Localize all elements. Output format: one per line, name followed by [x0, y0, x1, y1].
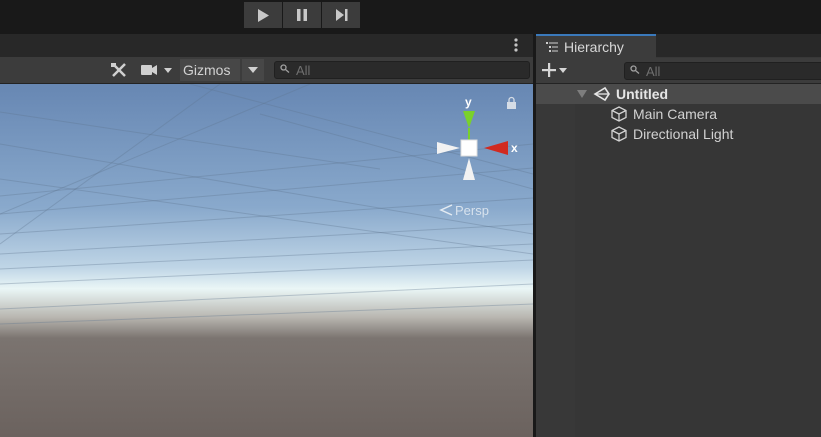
- play-icon: [258, 8, 269, 22]
- pause-button[interactable]: [283, 2, 321, 28]
- list-item-label: Main Camera: [633, 106, 718, 122]
- chevron-down-icon: [559, 67, 567, 73]
- hierarchy-toolbar: All: [536, 58, 821, 84]
- scene-tab-bar: [0, 34, 533, 57]
- search-icon: [280, 64, 290, 76]
- pause-icon: [297, 9, 307, 21]
- gizmos-dropdown[interactable]: [242, 59, 264, 81]
- gameobject-cube-icon: [611, 126, 627, 142]
- scene-panel: Gizmos All y x Persp: [0, 34, 533, 437]
- scene-render[interactable]: y x Persp: [0, 84, 533, 437]
- main-toolbar: [0, 0, 821, 33]
- chevron-down-icon: [248, 67, 258, 73]
- search-icon: [630, 65, 640, 77]
- list-icon: [546, 41, 558, 52]
- play-button[interactable]: [244, 2, 282, 28]
- gameobject-cube-icon: [611, 106, 627, 122]
- hierarchy-search-input[interactable]: All: [624, 62, 821, 80]
- playmode-controls: [244, 2, 360, 28]
- camera-icon: [141, 65, 172, 75]
- hierarchy-tree: Untitled Main Camera Directional Light: [536, 84, 821, 437]
- gizmo-center-cube[interactable]: [460, 139, 478, 157]
- step-icon: [335, 9, 347, 21]
- expand-arrow-icon[interactable]: [577, 90, 587, 98]
- gizmos-label: Gizmos: [183, 62, 231, 78]
- scene-search-input[interactable]: All: [274, 61, 530, 79]
- tree-gutter: [536, 84, 575, 437]
- scene-viewport[interactable]: y x Persp: [0, 84, 533, 437]
- hierarchy-tab-label: Hierarchy: [564, 39, 624, 55]
- scene-search-placeholder: All: [296, 62, 311, 78]
- plus-icon: [542, 63, 556, 77]
- list-item-label: Directional Light: [633, 126, 734, 142]
- hierarchy-panel: Hierarchy All Untitled Main Camera Direc…: [536, 34, 821, 437]
- unity-logo-icon: [593, 86, 610, 102]
- list-item[interactable]: Main Camera: [611, 104, 717, 124]
- sky-background: [0, 84, 533, 437]
- camera-dropdown[interactable]: [136, 59, 178, 81]
- step-button[interactable]: [322, 2, 360, 28]
- scene-row-untitled[interactable]: Untitled: [536, 84, 821, 104]
- scene-toolbar: Gizmos All: [0, 57, 533, 84]
- add-object-button[interactable]: [542, 60, 574, 80]
- scene-name: Untitled: [616, 86, 669, 102]
- kebab-menu-icon[interactable]: [509, 38, 523, 54]
- gizmo-y-label: y: [465, 95, 472, 109]
- tab-hierarchy[interactable]: Hierarchy: [536, 34, 656, 58]
- hierarchy-tab-bar: Hierarchy: [536, 34, 821, 58]
- gizmo-x-label: x: [511, 141, 518, 155]
- gizmos-button[interactable]: Gizmos: [180, 59, 240, 81]
- perspective-label: Persp: [455, 203, 489, 218]
- tools-button[interactable]: [104, 59, 134, 81]
- list-item[interactable]: Directional Light: [611, 124, 733, 144]
- tools-icon: [111, 63, 126, 77]
- hierarchy-search-placeholder: All: [646, 63, 661, 79]
